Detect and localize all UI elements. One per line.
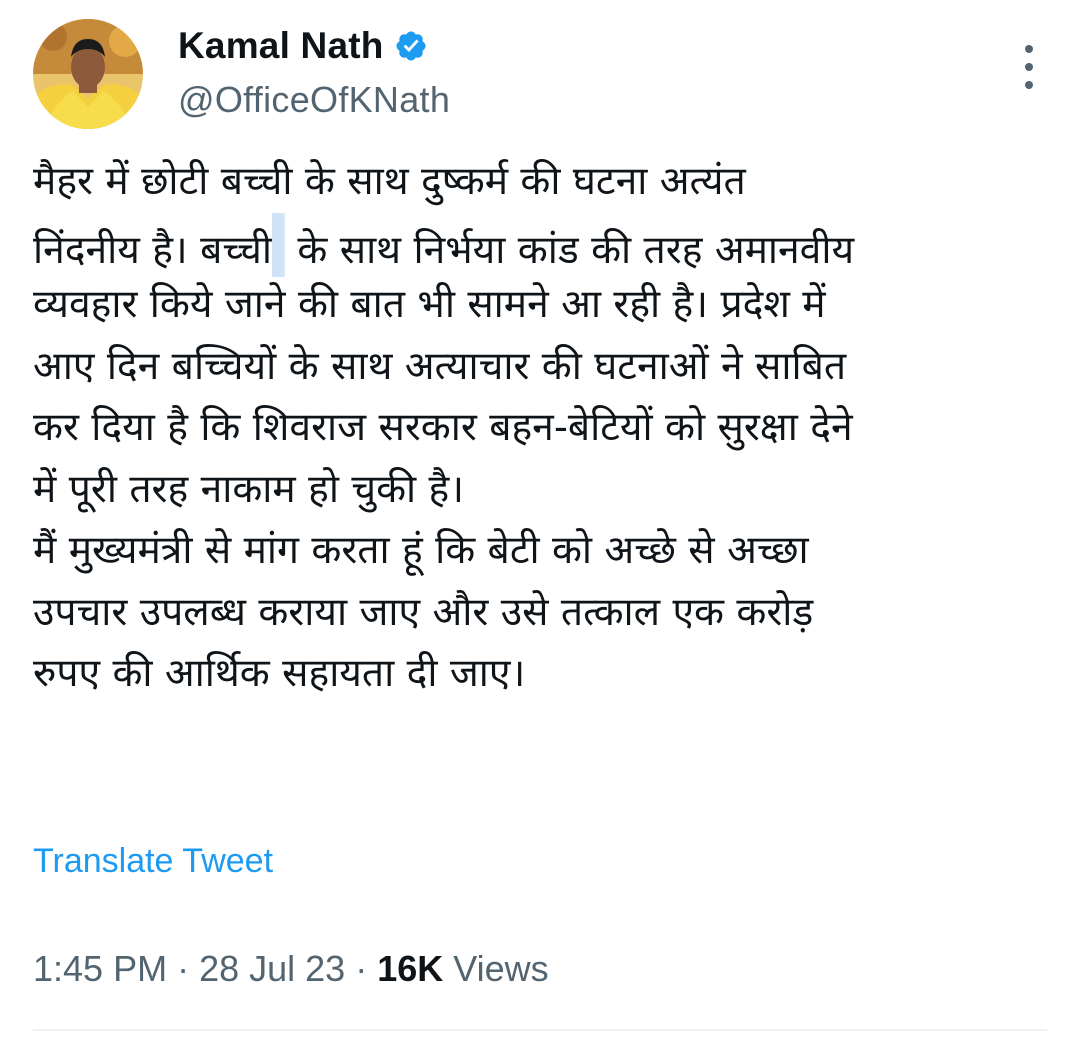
tweet-meta: 1:45 PM · 28 Jul 23 · 16K Views — [33, 948, 549, 990]
tweet-text-line: मैहर में छोटी बच्ची के साथ दुष्कर्म की घ… — [33, 159, 746, 204]
tweet-text-line: उपचार उपलब्ध कराया जाए और उसे तत्काल एक … — [33, 589, 814, 635]
more-options-icon[interactable] — [1021, 45, 1037, 89]
views-count: 16K — [377, 948, 454, 989]
tweet-text-line: रुपए की आर्थिक सहायता दी जाए। — [33, 651, 526, 696]
dot — [1025, 45, 1033, 53]
tweet-time[interactable]: 1:45 PM — [33, 948, 177, 989]
display-name[interactable]: Kamal Nath — [178, 25, 384, 67]
tweet-text-line: आए दिन बच्चियों के साथ अत्याचार की घटनाओ… — [33, 343, 847, 389]
verified-badge-icon — [394, 29, 428, 63]
tweet-header: Kamal Nath @OfficeOfKNath — [33, 19, 1047, 131]
translate-tweet-link[interactable]: Translate Tweet — [33, 842, 273, 881]
tweet-date[interactable]: 28 Jul 23 — [199, 948, 355, 989]
tweet-text-line: मैं मुख्यमंत्री से मांग करता हूं कि बेटी… — [33, 528, 809, 573]
tweet-text: मैहर में छोटी बच्ची के साथ दुष्कर्म की घ… — [33, 151, 1048, 705]
tweet-text-line: कर दिया है कि शिवराज सरकार बहन-बेटियों क… — [33, 405, 853, 450]
tweet-text-line: व्यवहार किये जाने की बात भी सामने आ रही … — [33, 282, 826, 327]
avatar[interactable] — [33, 19, 143, 129]
tweet-text-line: में पूरी तरह नाकाम हो चुकी है। — [33, 466, 465, 512]
text-selection-cursor — [271, 212, 285, 277]
author-handle[interactable]: @OfficeOfKNath — [178, 79, 450, 121]
views-label: Views — [453, 948, 549, 989]
profile-photo-icon — [33, 19, 143, 129]
tweet-text-segment: निंदनीय है। बच्ची — [33, 227, 272, 273]
tweet-text-line: निंदनीय है। बच्ची के साथ निर्भया कांड की… — [33, 212, 1048, 277]
divider — [33, 1029, 1047, 1031]
dot — [1025, 63, 1033, 71]
meta-separator: · — [177, 948, 200, 989]
author-identity: Kamal Nath @OfficeOfKNath — [178, 21, 450, 121]
name-row: Kamal Nath — [178, 21, 450, 71]
tweet: Kamal Nath @OfficeOfKNath मैहर में छोटी … — [0, 0, 1080, 1038]
dot — [1025, 81, 1033, 89]
meta-separator: · — [355, 948, 378, 989]
tweet-text-segment: के साथ निर्भया कांड की तरह अमानवीय — [284, 227, 855, 273]
